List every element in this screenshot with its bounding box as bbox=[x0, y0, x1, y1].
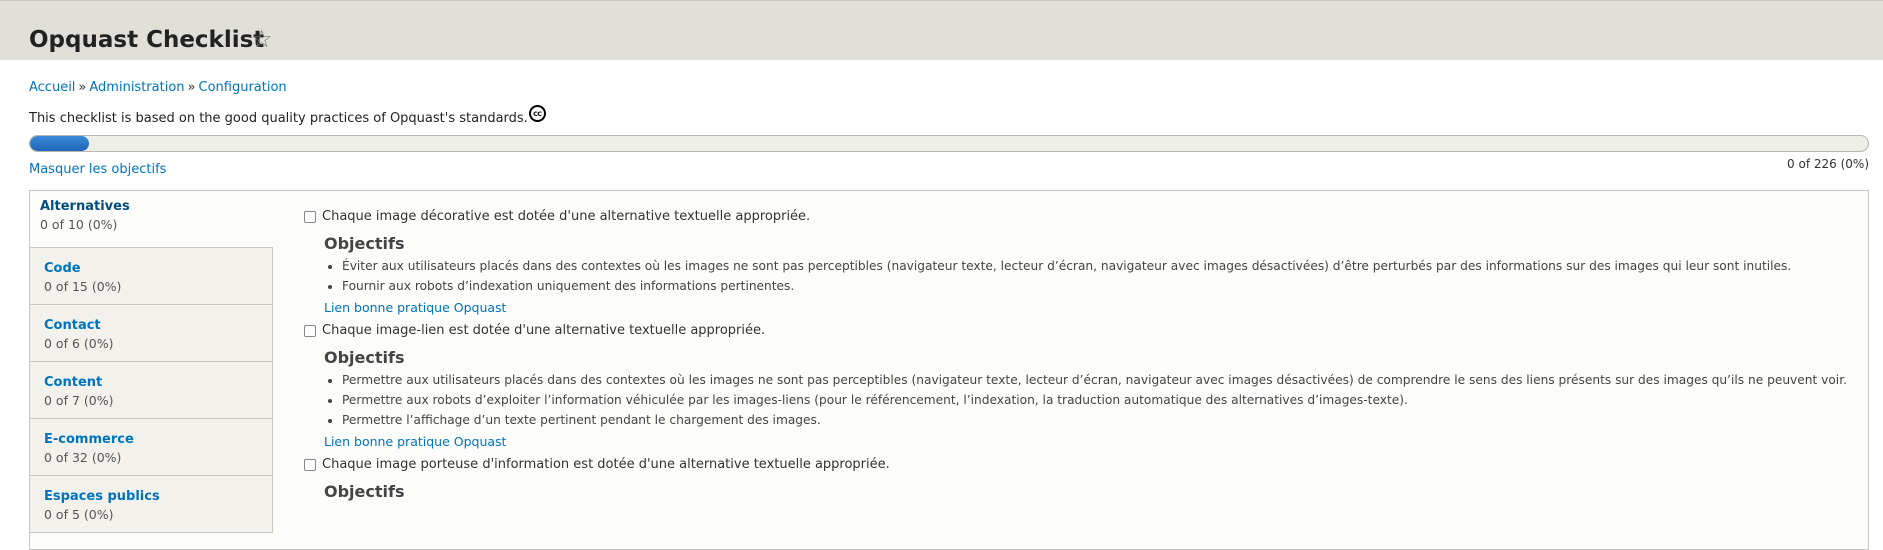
tab-label: E-commerce bbox=[44, 432, 134, 447]
tab-espaces-publics[interactable]: Espaces publics 0 of 5 (0%) bbox=[30, 476, 273, 533]
opquast-practice-link[interactable]: Lien bonne pratique Opquast bbox=[324, 300, 1864, 315]
tab-summary: 0 of 15 (0%) bbox=[44, 279, 122, 294]
objectives-list: Éviter aux utilisateurs placés dans des … bbox=[324, 259, 1864, 294]
hide-objectives-link[interactable]: Masquer les objectifs bbox=[29, 162, 166, 177]
item-checkbox[interactable] bbox=[304, 459, 316, 471]
checklist-panel: Alternatives 0 of 10 (0%) Code 0 of 15 (… bbox=[29, 190, 1869, 550]
item-checkbox[interactable] bbox=[304, 211, 316, 223]
tab-alternatives[interactable]: Alternatives 0 of 10 (0%) bbox=[30, 191, 273, 248]
opquast-practice-link[interactable]: Lien bonne pratique Opquast bbox=[324, 434, 1864, 449]
tab-label: Contact bbox=[44, 318, 101, 333]
checklist-item: Chaque image porteuse d'information est … bbox=[304, 457, 1864, 501]
tab-summary: 0 of 7 (0%) bbox=[44, 393, 114, 408]
objective-item: Permettre l’affichage d’un texte pertine… bbox=[342, 413, 1864, 428]
tab-label: Alternatives bbox=[40, 199, 130, 214]
item-checkbox[interactable] bbox=[304, 325, 316, 337]
progress-count: 0 of 226 (0%) bbox=[1787, 157, 1869, 171]
breadcrumb: Accueil» Administration» Configuration bbox=[29, 80, 287, 95]
objectives-heading: Objectifs bbox=[324, 482, 405, 501]
item-label: Chaque image porteuse d'information est … bbox=[322, 457, 890, 472]
checklist-item-label[interactable]: Chaque image décorative est dotée d'une … bbox=[304, 209, 1864, 224]
objectives-list: Permettre aux utilisateurs placés dans d… bbox=[324, 373, 1864, 428]
objectives-heading: Objectifs bbox=[324, 348, 405, 367]
objective-item: Permettre aux robots d’exploiter l’infor… bbox=[342, 393, 1864, 408]
objectives-heading: Objectifs bbox=[324, 234, 405, 253]
tab-e-commerce[interactable]: E-commerce 0 of 32 (0%) bbox=[30, 419, 273, 476]
tab-summary: 0 of 32 (0%) bbox=[44, 450, 122, 465]
checklist-item-label[interactable]: Chaque image-lien est dotée d'une altern… bbox=[304, 323, 1864, 338]
progress-bar bbox=[29, 135, 1869, 152]
item-label: Chaque image-lien est dotée d'une altern… bbox=[322, 323, 766, 338]
breadcrumb-home-link[interactable]: Accueil bbox=[29, 80, 75, 95]
tab-summary: 0 of 6 (0%) bbox=[44, 336, 114, 351]
page-title: Opquast Checklist bbox=[29, 27, 265, 53]
tab-content[interactable]: Content 0 of 7 (0%) bbox=[30, 362, 273, 419]
objective-item: Fournir aux robots d’indexation uniqueme… bbox=[342, 279, 1864, 294]
tab-code[interactable]: Code 0 of 15 (0%) bbox=[30, 248, 273, 305]
creative-commons-icon[interactable]: cc bbox=[528, 105, 546, 122]
breadcrumb-administration-link[interactable]: Administration bbox=[89, 80, 184, 95]
item-label: Chaque image décorative est dotée d'une … bbox=[322, 209, 811, 224]
tab-label: Espaces publics bbox=[44, 489, 160, 504]
checklist-item: Chaque image décorative est dotée d'une … bbox=[304, 209, 1864, 315]
star-icon[interactable]: ☆ bbox=[251, 27, 273, 51]
intro-text-container: This checklist is based on the good qual… bbox=[29, 105, 546, 128]
tab-summary: 0 of 5 (0%) bbox=[44, 507, 114, 522]
vertical-tabs: Alternatives 0 of 10 (0%) Code 0 of 15 (… bbox=[30, 191, 273, 533]
checklist-items: Chaque image décorative est dotée d'une … bbox=[304, 209, 1864, 507]
checklist-item: Chaque image-lien est dotée d'une altern… bbox=[304, 323, 1864, 449]
tab-label: Content bbox=[44, 375, 103, 390]
breadcrumb-configuration-link[interactable]: Configuration bbox=[199, 80, 287, 95]
objective-item: Éviter aux utilisateurs placés dans des … bbox=[342, 259, 1864, 274]
tab-label: Code bbox=[44, 261, 81, 276]
intro-text: This checklist is based on the good qual… bbox=[29, 111, 528, 126]
breadcrumb-separator: » bbox=[187, 80, 196, 95]
progress-bar-fill bbox=[30, 136, 89, 151]
checklist-item-label[interactable]: Chaque image porteuse d'information est … bbox=[304, 457, 1864, 472]
tab-contact[interactable]: Contact 0 of 6 (0%) bbox=[30, 305, 273, 362]
page-header: Opquast Checklist ☆ bbox=[0, 0, 1883, 60]
objective-item: Permettre aux utilisateurs placés dans d… bbox=[342, 373, 1864, 388]
breadcrumb-separator: » bbox=[78, 80, 87, 95]
tab-summary: 0 of 10 (0%) bbox=[40, 217, 118, 232]
